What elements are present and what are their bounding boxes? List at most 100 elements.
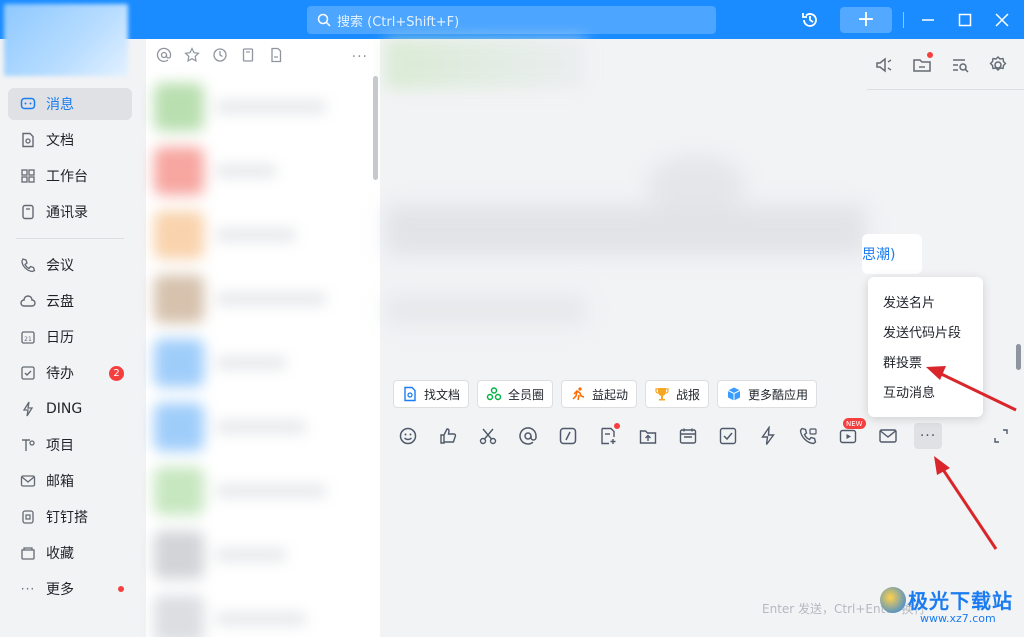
sidebar-item-label: 待办 [46,366,74,382]
scissors-icon[interactable] [477,425,499,447]
sidebar-item-label: 日历 [46,330,74,346]
all-staff-circle-button[interactable]: 全员圈 [477,380,554,408]
meeting-icon [20,257,36,273]
clock-icon[interactable] [212,47,228,67]
sidebar-item-label: 邮箱 [46,474,74,490]
quick-label: 找文档 [424,387,461,402]
at-icon[interactable] [156,47,172,67]
favorite-icon [20,545,36,561]
sidebar-item-more[interactable]: ··· 更多 [8,573,132,605]
sidebar-item-label: 消息 [46,97,74,113]
close-icon[interactable] [992,8,1012,32]
battle-report-button[interactable]: 战报 [645,380,710,408]
more-cool-apps-button[interactable]: 更多酷应用 [717,380,818,408]
list-item[interactable] [148,75,370,139]
todo-icon [20,365,36,381]
sidebar-item-ding[interactable]: DING [8,393,132,425]
slash-command-icon[interactable] [557,425,579,447]
conversation-scrollbar[interactable] [373,76,378,180]
list-item[interactable] [148,587,370,637]
find-doc-icon [402,386,418,402]
sidebar-item-label: 通讯录 [46,205,88,221]
sidebar-item-calendar[interactable]: 21 日历 [8,321,132,353]
filter-more-icon[interactable]: ··· [352,49,368,65]
sidebar-item-workbench[interactable]: 工作台 [8,160,132,192]
title-separator [903,12,904,28]
search-box[interactable]: 搜索 (Ctrl+Shift+F) [307,6,716,34]
find-doc-button[interactable]: 找文档 [393,380,470,408]
watermark-title: 极光下载站 [908,589,1013,613]
sidebar-item-label: 云盘 [46,294,74,310]
menu-item-interactive-message[interactable]: 互动消息 [868,376,983,406]
expand-icon[interactable] [990,425,1012,447]
new-badge: NEW [843,418,866,429]
sidebar-item-label: 工作台 [46,169,88,185]
sidebar-item-meeting[interactable]: 会议 [8,249,132,281]
charity-run-button[interactable]: 益起动 [561,380,638,408]
emoji-icon[interactable] [397,425,419,447]
sidebar-item-label: 文档 [46,133,74,149]
call-icon[interactable] [797,425,819,447]
ding-flash-icon[interactable] [757,425,779,447]
search-history-icon[interactable] [950,55,970,79]
schedule-icon[interactable] [677,425,699,447]
list-item[interactable] [148,523,370,587]
email-icon[interactable] [877,425,899,447]
menu-item-group-vote[interactable]: 群投票 [868,346,983,376]
quick-label: 更多酷应用 [748,387,809,402]
watermark: 极光下载站 www.xz7.com [880,585,1020,633]
ding-icon [20,401,36,417]
list-item[interactable] [148,267,370,331]
upload-file-icon[interactable] [637,425,659,447]
list-item[interactable] [148,459,370,523]
todo-badge: 2 [109,366,124,381]
sidebar-divider [16,238,124,239]
history-icon[interactable] [799,8,821,32]
minimize-icon[interactable] [918,8,938,32]
sidebar-item-cloud[interactable]: 云盘 [8,285,132,317]
thumbs-up-icon[interactable] [437,425,459,447]
maximize-icon[interactable] [955,8,975,32]
sidebar-item-project[interactable]: 项目 [8,429,132,461]
more-dots-icon: ··· [919,428,937,444]
sidebar-item-messages[interactable]: 消息 [8,88,132,120]
sidebar-item-label: DING [46,401,83,417]
avatar[interactable] [4,4,128,76]
watermark-url: www.xz7.com [920,612,996,625]
chat-header-actions [874,52,1008,79]
list-item[interactable] [148,203,370,267]
contacts-icon [20,204,36,220]
sidebar-item-docs[interactable]: 文档 [8,124,132,156]
search-icon [317,13,331,27]
chat-bubble-text[interactable]: 思潮) [862,244,895,264]
sidebar-item-mail[interactable]: 邮箱 [8,465,132,497]
folder-icon[interactable] [912,52,933,79]
mention-icon[interactable] [517,425,539,447]
more-actions-button[interactable]: ··· [914,423,942,449]
menu-item-send-code-snippet[interactable]: 发送代码片段 [868,316,983,346]
sidebar-item-label: 钉钉搭 [46,510,88,526]
list-item[interactable] [148,331,370,395]
sidebar-item-contacts[interactable]: 通讯录 [8,196,132,228]
file-icon[interactable] [268,47,284,67]
task-icon[interactable] [717,425,739,447]
sidebar-item-dingda[interactable]: 钉钉搭 [8,501,132,533]
sidebar-item-favorites[interactable]: 收藏 [8,537,132,569]
conversation-list: ··· [146,39,380,637]
menu-item-send-card[interactable]: 发送名片 [868,286,983,316]
announcement-icon[interactable] [874,55,894,79]
more-icon: ··· [20,582,36,596]
run-icon [570,386,586,402]
chat-title-blurred [386,39,586,89]
star-icon[interactable] [184,47,200,67]
bookmark-icon[interactable] [240,47,256,67]
list-item[interactable] [148,139,370,203]
sidebar-item-label: 收藏 [46,546,74,562]
settings-icon[interactable] [988,55,1008,79]
chat-messages-blurred [386,95,866,385]
cube-icon [726,386,742,402]
chat-scrollbar[interactable] [1016,344,1021,370]
create-button[interactable]: + [840,7,892,33]
list-item[interactable] [148,395,370,459]
header-divider [867,89,1024,90]
